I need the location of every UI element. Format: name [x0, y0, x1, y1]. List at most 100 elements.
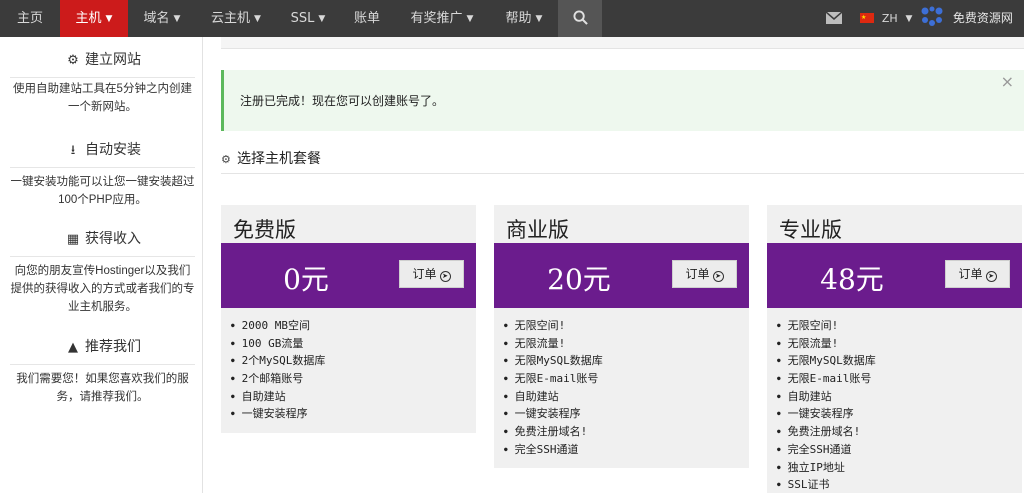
- nav-hosting[interactable]: 主机 ▼: [60, 0, 128, 37]
- plan-card-pro: 专业版 48元 订单➤ 无限空间! 无限流量! 无限MySQL数据库 无限E-m…: [767, 205, 1022, 493]
- top-panel: [221, 37, 1024, 49]
- thumbs-up-icon: ▲: [68, 340, 78, 355]
- nav-home[interactable]: 主页: [0, 0, 60, 37]
- nav-label: 域名: [143, 11, 170, 26]
- site-logo-icon: [921, 6, 943, 26]
- nav-label: 主页: [16, 11, 43, 26]
- chevron-down-icon: ▼: [105, 14, 113, 24]
- list-item: 无限流量!: [777, 335, 876, 353]
- chevron-down-icon: ▼: [466, 14, 474, 24]
- divider: [10, 167, 195, 168]
- language-code: ZH: [881, 12, 898, 25]
- list-item: 无限MySQL数据库: [504, 352, 603, 370]
- gears-icon: ⚙: [67, 53, 79, 68]
- success-alert: 注册已完成！现在您可以创建账号了。 ×: [221, 70, 1024, 131]
- feature-title: ▲ 推荐我们: [10, 336, 195, 358]
- order-button[interactable]: 订单 ➤: [399, 260, 464, 288]
- nav-help[interactable]: 帮助 ▼: [490, 0, 558, 37]
- list-item: 无限MySQL数据库: [777, 352, 876, 370]
- plan-price-band: 20元 订单 ➤: [494, 243, 749, 308]
- nav-label: 主机: [75, 11, 102, 26]
- feature-description: 向您的朋友宣传Hostinger以及我们提供的获得收入的方式或者我们的专业主机服…: [10, 265, 195, 313]
- order-button[interactable]: 订单 ➤: [672, 260, 737, 288]
- top-navigation: 主页 主机▼ 域名▼ 云主机▼ SSL▼ 账单 有奖推广▼ 帮助▼ ZH ▼ 免…: [0, 0, 1024, 37]
- list-item: 2000 MB空间: [231, 317, 325, 335]
- chevron-down-icon: ▼: [905, 14, 913, 24]
- list-item: 100 GB流量: [231, 335, 325, 353]
- plan-name: 商业版: [506, 218, 569, 242]
- plan-price: 48元: [820, 263, 884, 296]
- feature-description: 我们需要您！如果您喜欢我们的服务，请推荐我们。: [16, 373, 189, 403]
- feature-title-text: 获得收入: [85, 231, 141, 247]
- feature-title: ⭳ 自动安装: [10, 139, 195, 161]
- chevron-down-icon: ▼: [318, 14, 326, 24]
- arrow-right-icon: ➤: [439, 271, 451, 282]
- feature-title: ⚙ 建立网站: [10, 49, 195, 71]
- nav-label: 账单: [353, 11, 380, 26]
- feature-earn-income: ▦ 获得收入 向您的朋友宣传Hostinger以及我们提供的获得收入的方式或者我们…: [10, 228, 195, 316]
- gears-icon: ⚙: [221, 153, 231, 166]
- list-item: 完全SSH通道: [504, 441, 603, 459]
- arrow-right-icon: ➤: [712, 271, 724, 282]
- plan-name: 免费版: [233, 218, 296, 242]
- site-name: 免费资源网: [952, 11, 1013, 25]
- nav-label: SSL: [290, 11, 315, 26]
- nav-ssl[interactable]: SSL ▼: [276, 0, 340, 37]
- list-item: SSL证书: [777, 476, 876, 494]
- plan-price-band: 0元 订单 ➤: [221, 243, 476, 308]
- list-item: 独立IP地址: [777, 459, 876, 477]
- plan-price: 0元: [283, 263, 329, 296]
- list-item: 自助建站: [231, 388, 325, 406]
- list-item: 一键安装程序: [231, 405, 325, 423]
- list-item: 无限E-mail账号: [777, 370, 876, 388]
- arrow-right-icon: ➤: [985, 271, 997, 282]
- section-title: 选择主机套餐: [237, 151, 321, 167]
- divider: [10, 77, 195, 78]
- feature-title: ▦ 获得收入: [10, 228, 195, 250]
- nav-label: 云主机: [211, 11, 251, 26]
- search-icon: [572, 10, 588, 25]
- feature-build-site: ⚙ 建立网站 使用自助建站工具在5分钟之内创建一个新网站。: [10, 49, 195, 116]
- feature-description: 一键安装功能可以让您一键安装超过100个PHP应用。: [10, 176, 195, 206]
- order-button[interactable]: 订单 ➤: [945, 260, 1010, 288]
- feature-title-text: 自动安装: [85, 142, 141, 158]
- chevron-down-icon: ▼: [254, 14, 261, 24]
- order-label: 订单: [412, 267, 437, 281]
- list-item: 2个MySQL数据库: [231, 352, 326, 370]
- download-icon: ⭳: [70, 143, 76, 158]
- mail-icon: [825, 11, 843, 24]
- china-flag-icon: [860, 0, 874, 36]
- nav-label: 帮助: [505, 11, 532, 26]
- nav-domains[interactable]: 域名 ▼: [128, 0, 196, 37]
- close-icon[interactable]: ×: [1001, 72, 1014, 91]
- plan-card-free: 免费版 0元 订单➤ 2000 MB空间 100 GB流量 2个MySQL数据库…: [221, 205, 476, 433]
- nav-affiliate[interactable]: 有奖推广 ▼: [394, 0, 490, 37]
- plan-card-business: 商业版 20元 订单➤ 无限空间! 无限流量! 无限MySQL数据库 无限E-m…: [494, 205, 749, 468]
- list-item: 一键安装程序: [504, 405, 603, 423]
- feature-description: 使用自助建站工具在5分钟之内创建一个新网站。: [13, 83, 192, 113]
- search-button[interactable]: [558, 0, 602, 37]
- list-item: 无限空间!: [504, 317, 603, 335]
- plan-price-band: 48元 订单 ➤: [767, 243, 1022, 308]
- user-menu[interactable]: 免费资源网: [920, 0, 1013, 37]
- list-item: 无限流量!: [504, 335, 603, 353]
- plan-features: 无限空间! 无限流量! 无限MySQL数据库 无限E-mail账号 自助建站 一…: [777, 317, 876, 494]
- chevron-down-icon: ▼: [173, 14, 181, 24]
- list-item: 一键安装程序: [777, 405, 876, 423]
- alert-message: 注册已完成！现在您可以创建账号了。: [240, 94, 445, 108]
- list-item: 2个邮箱账号: [231, 370, 325, 388]
- section-heading: ⚙ 选择主机套餐: [221, 148, 1024, 174]
- feature-title-text: 建立网站: [85, 52, 141, 68]
- list-item: 免费注册域名!: [504, 423, 603, 441]
- list-item: 无限E-mail账号: [504, 370, 603, 388]
- list-item: 免费注册域名!: [777, 423, 876, 441]
- nav-cloud[interactable]: 云主机 ▼: [196, 0, 276, 37]
- mail-button[interactable]: [825, 0, 843, 37]
- divider: [10, 364, 195, 365]
- nav-billing[interactable]: 账单: [340, 0, 394, 37]
- order-label: 订单: [685, 267, 710, 281]
- language-selector[interactable]: ZH ▼: [860, 0, 912, 37]
- feature-title-text: 推荐我们: [85, 339, 141, 355]
- plan-features: 无限空间! 无限流量! 无限MySQL数据库 无限E-mail账号 自助建站 一…: [504, 317, 603, 459]
- list-item: 自助建站: [504, 388, 603, 406]
